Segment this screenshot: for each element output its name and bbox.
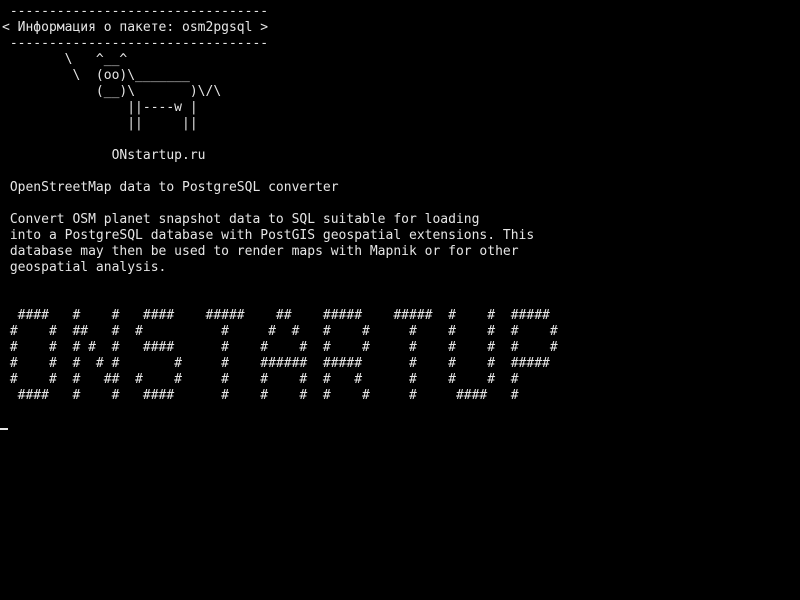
terminal-screen: --------------------------------- < Инфор… [0,0,800,600]
ascii-banner-line-6: #### # # #### # # # # # # #### # [2,388,519,403]
ascii-banner-line-1: #### # # #### ##### ## ##### ##### # # #… [2,308,550,323]
package-description-line-4: geospatial analysis. [2,260,167,275]
banner-bottom-border: --------------------------------- [2,36,269,51]
site-name: ONstartup.ru [2,148,206,163]
terminal-output: --------------------------------- < Инфор… [2,4,558,404]
ascii-banner-line-4: # # # # # # # ###### ##### # # # ##### [2,356,550,371]
ascii-banner-line-5: # # # ## # # # # # # # # # # # [2,372,519,387]
package-description-line-1: Convert OSM planet snapshot data to SQL … [2,212,480,227]
ascii-banner-line-3: # # # # # #### # # # # # # # # # # [2,340,558,355]
cow-art-line-3: (__)\ )\/\ [2,84,222,99]
package-description-line-3: database may then be used to render maps… [2,244,519,259]
ascii-banner-line-2: # # ## # # # # # # # # # # # # [2,324,558,339]
package-summary: OpenStreetMap data to PostgreSQL convert… [2,180,339,195]
cow-art-line-4: ||----w | [2,100,198,115]
package-description-line-2: into a PostgreSQL database with PostGIS … [2,228,535,243]
banner-top-border: --------------------------------- [2,4,269,19]
cow-art-line-1: \ ^__^ [2,52,128,67]
cow-art-line-2: \ (oo)\_______ [2,68,190,83]
text-cursor[interactable] [0,428,8,430]
cow-art-line-5: || || [2,116,198,131]
package-info-title: < Информация о пакете: osm2pgsql > [2,20,269,35]
